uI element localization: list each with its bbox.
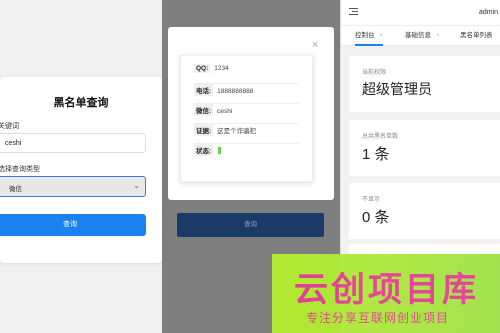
result-row-wechat: 微信: ceshi <box>194 104 299 124</box>
result-value: 这是个诈骗犯 <box>217 128 257 135</box>
result-value: 1888888888 <box>217 88 254 95</box>
query-type-label: 选择查询类型 <box>0 166 40 173</box>
chevron-down-icon: ⌄ <box>133 181 140 190</box>
stat-label: 当前权限 <box>362 70 387 76</box>
result-value: 1234 <box>214 65 229 72</box>
tab-basic-info[interactable]: 基础信息 × <box>405 26 440 46</box>
result-key: 微信: <box>194 104 214 116</box>
stat-card-permission: 当前权限 超级管理员 <box>349 56 500 112</box>
admin-user[interactable]: admin <box>479 9 498 16</box>
close-icon[interactable]: × <box>380 32 384 39</box>
stat-value: 超级管理员 <box>362 81 432 97</box>
result-key: QQ: <box>194 64 211 73</box>
stat-label: 不显示 <box>362 197 381 203</box>
status-badge <box>218 147 222 154</box>
close-icon[interactable]: × <box>312 40 318 51</box>
result-row-evidence: 证据: 这是个诈骗犯 <box>194 124 299 144</box>
query-type-value: 微信 <box>9 186 22 193</box>
query-type-select[interactable]: 微信 ⌄ <box>0 176 146 197</box>
result-row-status: 状态: <box>194 144 299 164</box>
tab-console[interactable]: 控制台 × <box>355 26 384 46</box>
result-key: 电话: <box>194 84 214 96</box>
close-icon[interactable]: × <box>436 32 440 39</box>
dialog-search-button[interactable]: 查询 <box>177 213 324 237</box>
menu-toggle-icon[interactable] <box>349 8 358 16</box>
keyword-label: 关键词 <box>0 123 19 130</box>
result-key: 状态: <box>194 144 214 156</box>
stat-card-total: 总共黑名单数 1 条 <box>349 120 500 176</box>
stat-label: 总共黑名单数 <box>362 134 399 140</box>
keyword-input[interactable]: ceshi <box>0 133 146 153</box>
watermark: 云创项目库 专注分享互联网创业项目 <box>272 254 500 333</box>
tab-label: 基础信息 <box>405 32 431 39</box>
search-panel: 黑名单查询 关键词 ceshi 选择查询类型 微信 ⌄ 查询 <box>0 0 162 333</box>
tab-label: 黑名单列表 <box>460 32 493 39</box>
stat-value: 1 条 <box>362 146 390 163</box>
admin-topbar: admin <box>341 0 500 26</box>
result-row-qq: QQ: 1234 <box>194 64 299 84</box>
result-key: 证据: <box>194 124 214 136</box>
search-button[interactable]: 查询 <box>0 214 146 236</box>
page-title: 黑名单查询 <box>53 97 109 109</box>
tab-bar: 控制台 × 基础信息 × 黑名单列表 <box>341 26 500 46</box>
result-row-phone: 电话: 1888888888 <box>194 84 299 104</box>
stat-card-hidden: 不显示 0 条 <box>349 183 500 239</box>
watermark-main-text: 云创项目库 <box>294 270 479 310</box>
result-value: ceshi <box>217 108 233 115</box>
tab-label: 控制台 <box>355 32 375 39</box>
watermark-sub-text: 专注分享互联网创业项目 <box>306 311 450 325</box>
tab-blacklist[interactable]: 黑名单列表 <box>460 26 493 46</box>
stat-value: 0 条 <box>362 209 390 226</box>
